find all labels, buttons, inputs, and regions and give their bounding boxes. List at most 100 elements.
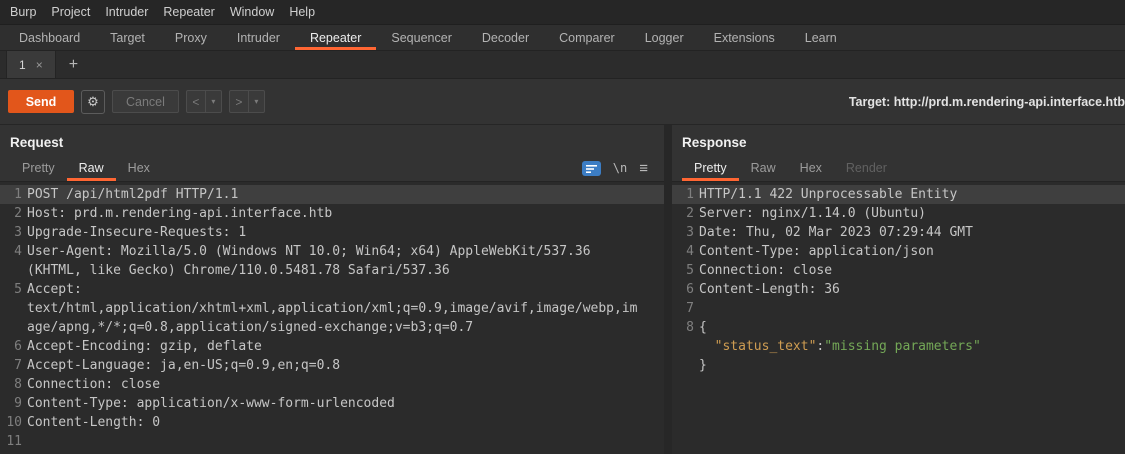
history-forward-button[interactable]: > ▾ bbox=[228, 90, 265, 113]
line-text: Upgrade-Insecure-Requests: 1 bbox=[27, 223, 664, 242]
token: } bbox=[699, 358, 707, 373]
tab-target[interactable]: Target bbox=[95, 25, 160, 50]
line-text: Content-Type: application/x-www-form-url… bbox=[27, 394, 664, 413]
menu-repeater[interactable]: Repeater bbox=[163, 5, 214, 19]
line-number: 3 bbox=[686, 225, 694, 240]
code-line[interactable]: 1 HTTP/1.1 422 Unprocessable Entity bbox=[672, 185, 1125, 204]
cancel-button[interactable]: Cancel bbox=[112, 90, 179, 113]
line-number: 5 bbox=[686, 263, 694, 278]
line-text bbox=[699, 299, 1125, 318]
line-text: Host: prd.m.rendering-api.interface.htb bbox=[27, 204, 664, 223]
chevron-down-icon[interactable]: ▾ bbox=[249, 91, 264, 112]
line-number: 6 bbox=[14, 339, 22, 354]
code-line[interactable]: 4 User-Agent: Mozilla/5.0 (Windows NT 10.… bbox=[0, 242, 664, 280]
line-text: Accept-Encoding: gzip, deflate bbox=[27, 337, 664, 356]
tab-learn[interactable]: Learn bbox=[790, 25, 852, 50]
code-line[interactable]: 2 Server: nginx/1.14.0 (Ubuntu) bbox=[672, 204, 1125, 223]
menu-help[interactable]: Help bbox=[289, 5, 315, 19]
line-number: 10 bbox=[6, 415, 22, 430]
request-editor-icons: \n ≡ bbox=[581, 155, 654, 181]
nonprinting-chars-icon[interactable]: \n bbox=[613, 161, 627, 175]
token: Connection: close bbox=[699, 263, 833, 278]
token: Content-Type: application/json bbox=[699, 244, 934, 259]
doc-tab-1[interactable]: 1 × bbox=[6, 51, 56, 78]
code-line[interactable]: 7 Accept-Language: ja,en-US;q=0.9,en;q=0.… bbox=[0, 356, 664, 375]
code-line[interactable]: 7 bbox=[672, 299, 1125, 318]
back-arrow-icon[interactable]: < bbox=[187, 91, 206, 112]
response-tab-hex[interactable]: Hex bbox=[788, 155, 834, 181]
tab-intruder[interactable]: Intruder bbox=[222, 25, 295, 50]
response-tab-raw[interactable]: Raw bbox=[739, 155, 788, 181]
editor-menu-icon[interactable]: ≡ bbox=[639, 160, 648, 177]
request-subtabs: Pretty Raw Hex \n ≡ bbox=[0, 155, 664, 182]
tab-comparer[interactable]: Comparer bbox=[544, 25, 630, 50]
menu-burp[interactable]: Burp bbox=[10, 5, 36, 19]
toolbar: Send ⚙ Cancel < ▾ > ▾ Target: http://prd… bbox=[0, 79, 1125, 125]
menu-window[interactable]: Window bbox=[230, 5, 274, 19]
target-label: Target: bbox=[848, 94, 891, 109]
request-tab-raw[interactable]: Raw bbox=[67, 155, 116, 181]
line-number: 7 bbox=[14, 358, 22, 373]
line-text: Date: Thu, 02 Mar 2023 07:29:44 GMT bbox=[699, 223, 1125, 242]
line-number: 8 bbox=[686, 320, 694, 335]
request-tab-hex[interactable]: Hex bbox=[116, 155, 162, 181]
code-line[interactable]: 5 Accept: text/html,application/xhtml+xml… bbox=[0, 280, 664, 337]
line-number: 4 bbox=[686, 244, 694, 259]
response-editor[interactable]: 1 HTTP/1.1 422 Unprocessable Entity 2 Serve… bbox=[672, 182, 1125, 454]
token: User-Agent: Mozilla/5.0 (Windows NT 10.0… bbox=[27, 244, 599, 278]
code-line[interactable]: 5 Connection: close bbox=[672, 261, 1125, 280]
tab-dashboard[interactable]: Dashboard bbox=[4, 25, 95, 50]
send-button[interactable]: Send bbox=[8, 90, 74, 113]
line-text: HTTP/1.1 422 Unprocessable Entity bbox=[699, 185, 1125, 204]
history-back-button[interactable]: < ▾ bbox=[185, 90, 222, 113]
target-url: Target: http://prd.m.rendering-api.inter… bbox=[849, 95, 1125, 109]
token: Connection: close bbox=[27, 377, 161, 392]
add-tab-button[interactable]: + bbox=[56, 51, 91, 78]
response-panel: Response Pretty Raw Hex Render 1 HTTP/1.1 42… bbox=[672, 125, 1125, 454]
code-line[interactable]: 3 Date: Thu, 02 Mar 2023 07:29:44 GMT bbox=[672, 223, 1125, 242]
code-line[interactable]: 11 bbox=[0, 432, 664, 451]
request-editor[interactable]: 1 POST /api/html2pdf HTTP/1.1 2 Host: prd.m… bbox=[0, 182, 664, 454]
line-text: Accept: text/html,application/xhtml+xml,… bbox=[27, 280, 664, 337]
line-text bbox=[27, 432, 664, 451]
code-line[interactable]: 8 Connection: close bbox=[0, 375, 664, 394]
tab-repeater[interactable]: Repeater bbox=[295, 25, 376, 50]
panel-resize-divider[interactable] bbox=[664, 125, 672, 454]
token: Server: nginx/1.14.0 (Ubuntu) bbox=[699, 206, 926, 221]
code-line[interactable]: 1 POST /api/html2pdf HTTP/1.1 bbox=[0, 185, 664, 204]
code-line[interactable]: 10 Content-Length: 0 bbox=[0, 413, 664, 432]
request-panel: Request Pretty Raw Hex \n ≡ 1 POST /api/… bbox=[0, 125, 664, 454]
code-line[interactable]: 3 Upgrade-Insecure-Requests: 1 bbox=[0, 223, 664, 242]
line-number: 8 bbox=[14, 377, 22, 392]
forward-arrow-icon[interactable]: > bbox=[230, 91, 249, 112]
token: Date: Thu, 02 Mar 2023 07:29:44 GMT bbox=[699, 225, 973, 240]
code-line[interactable]: 2 Host: prd.m.rendering-api.interface.htb bbox=[0, 204, 664, 223]
line-number: 7 bbox=[686, 301, 694, 316]
doc-tab-label: 1 bbox=[19, 57, 26, 72]
tab-decoder[interactable]: Decoder bbox=[467, 25, 544, 50]
line-number: 2 bbox=[686, 206, 694, 221]
tab-extensions[interactable]: Extensions bbox=[699, 25, 790, 50]
menu-project[interactable]: Project bbox=[51, 5, 90, 19]
line-number: 2 bbox=[14, 206, 22, 221]
code-line[interactable]: 6 Content-Length: 36 bbox=[672, 280, 1125, 299]
word-wrap-toggle-icon[interactable] bbox=[581, 160, 601, 176]
line-text: Connection: close bbox=[699, 261, 1125, 280]
response-tab-render[interactable]: Render bbox=[834, 155, 899, 181]
chevron-down-icon[interactable]: ▾ bbox=[206, 91, 221, 112]
close-tab-icon[interactable]: × bbox=[36, 58, 43, 72]
menu-intruder[interactable]: Intruder bbox=[105, 5, 148, 19]
request-tab-pretty[interactable]: Pretty bbox=[10, 155, 67, 181]
token: Content-Length: 36 bbox=[699, 282, 840, 297]
code-line[interactable]: 9 Content-Type: application/x-www-form-ur… bbox=[0, 394, 664, 413]
code-line[interactable]: 8 { "status_text":"missing parameters" } bbox=[672, 318, 1125, 375]
tab-proxy[interactable]: Proxy bbox=[160, 25, 222, 50]
code-line[interactable]: 6 Accept-Encoding: gzip, deflate bbox=[0, 337, 664, 356]
tab-logger[interactable]: Logger bbox=[630, 25, 699, 50]
tab-sequencer[interactable]: Sequencer bbox=[376, 25, 466, 50]
code-line[interactable]: 4 Content-Type: application/json bbox=[672, 242, 1125, 261]
response-tab-pretty[interactable]: Pretty bbox=[682, 155, 739, 181]
response-title: Response bbox=[682, 135, 747, 150]
settings-gear-button[interactable]: ⚙ bbox=[81, 89, 105, 114]
token: Content-Type: application/x-www-form-url… bbox=[27, 396, 395, 411]
